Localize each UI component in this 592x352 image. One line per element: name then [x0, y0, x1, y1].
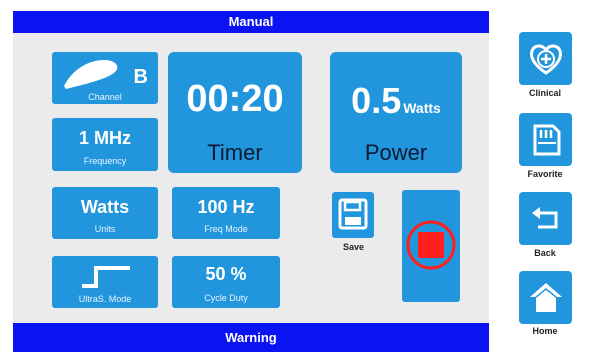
ultras-mode-label: UltraS. Mode: [78, 294, 132, 304]
power-unit: Watts: [403, 100, 441, 116]
cycle-duty-label: Cycle Duty: [204, 293, 248, 303]
save-label: Save: [343, 242, 365, 252]
frequency-label: Frequency: [83, 156, 127, 166]
units-label: Units: [94, 224, 116, 234]
power-button[interactable]: 0.5 Watts Power: [330, 52, 462, 173]
timer-label: Timer: [207, 140, 263, 165]
stop-square: [418, 232, 444, 258]
units-value: Watts: [80, 197, 130, 217]
timer-button[interactable]: 00:20 Timer: [168, 52, 302, 173]
channel-value: B: [133, 66, 148, 88]
header-title-bar: Manual: [13, 11, 489, 33]
back-arrow-icon: [531, 206, 557, 228]
stop-icon: [406, 220, 456, 270]
stop-button[interactable]: [402, 190, 460, 302]
save-button[interactable]: [332, 192, 374, 238]
frequency-value: 1 MHz: [78, 128, 131, 148]
warning-text: Warning: [225, 330, 277, 345]
power-readout: 0.5 Watts: [330, 80, 462, 122]
home-icon: [529, 282, 562, 312]
channel-label: Channel: [88, 92, 122, 102]
header-title: Manual: [228, 14, 274, 29]
channel-button[interactable]: B Channel: [52, 52, 158, 104]
cycle-duty-value: 50 %: [205, 264, 247, 284]
sd-card-icon: [533, 124, 560, 155]
ultras-mode-button[interactable]: UltraS. Mode: [52, 256, 158, 308]
sidebar-home-button[interactable]: [519, 271, 572, 324]
sidebar-back-button[interactable]: [519, 192, 572, 245]
power-value: 0.5: [351, 80, 402, 121]
sidebar-favorite-button[interactable]: [519, 113, 572, 166]
freq-mode-value: 100 Hz: [197, 197, 255, 217]
sidebar-clinical-button[interactable]: [519, 32, 572, 85]
heart-plus-icon: [529, 44, 562, 75]
sidebar-favorite-label: Favorite: [527, 169, 563, 179]
freq-mode-button[interactable]: 100 Hz Freq Mode: [172, 187, 280, 239]
power-label: Power: [364, 140, 428, 165]
timer-value: 00:20: [186, 78, 284, 120]
floppy-disk-icon: [338, 198, 368, 230]
units-button[interactable]: Watts Units: [52, 187, 158, 239]
frequency-button[interactable]: 1 MHz Frequency: [52, 118, 158, 171]
freq-mode-label: Freq Mode: [204, 224, 248, 234]
sidebar-back-label: Back: [534, 248, 556, 258]
sidebar-clinical-label: Clinical: [528, 88, 561, 98]
sidebar-home-label: Home: [532, 326, 558, 336]
warning-bar: Warning: [13, 323, 489, 352]
cycle-duty-button[interactable]: 50 % Cycle Duty: [172, 256, 280, 308]
